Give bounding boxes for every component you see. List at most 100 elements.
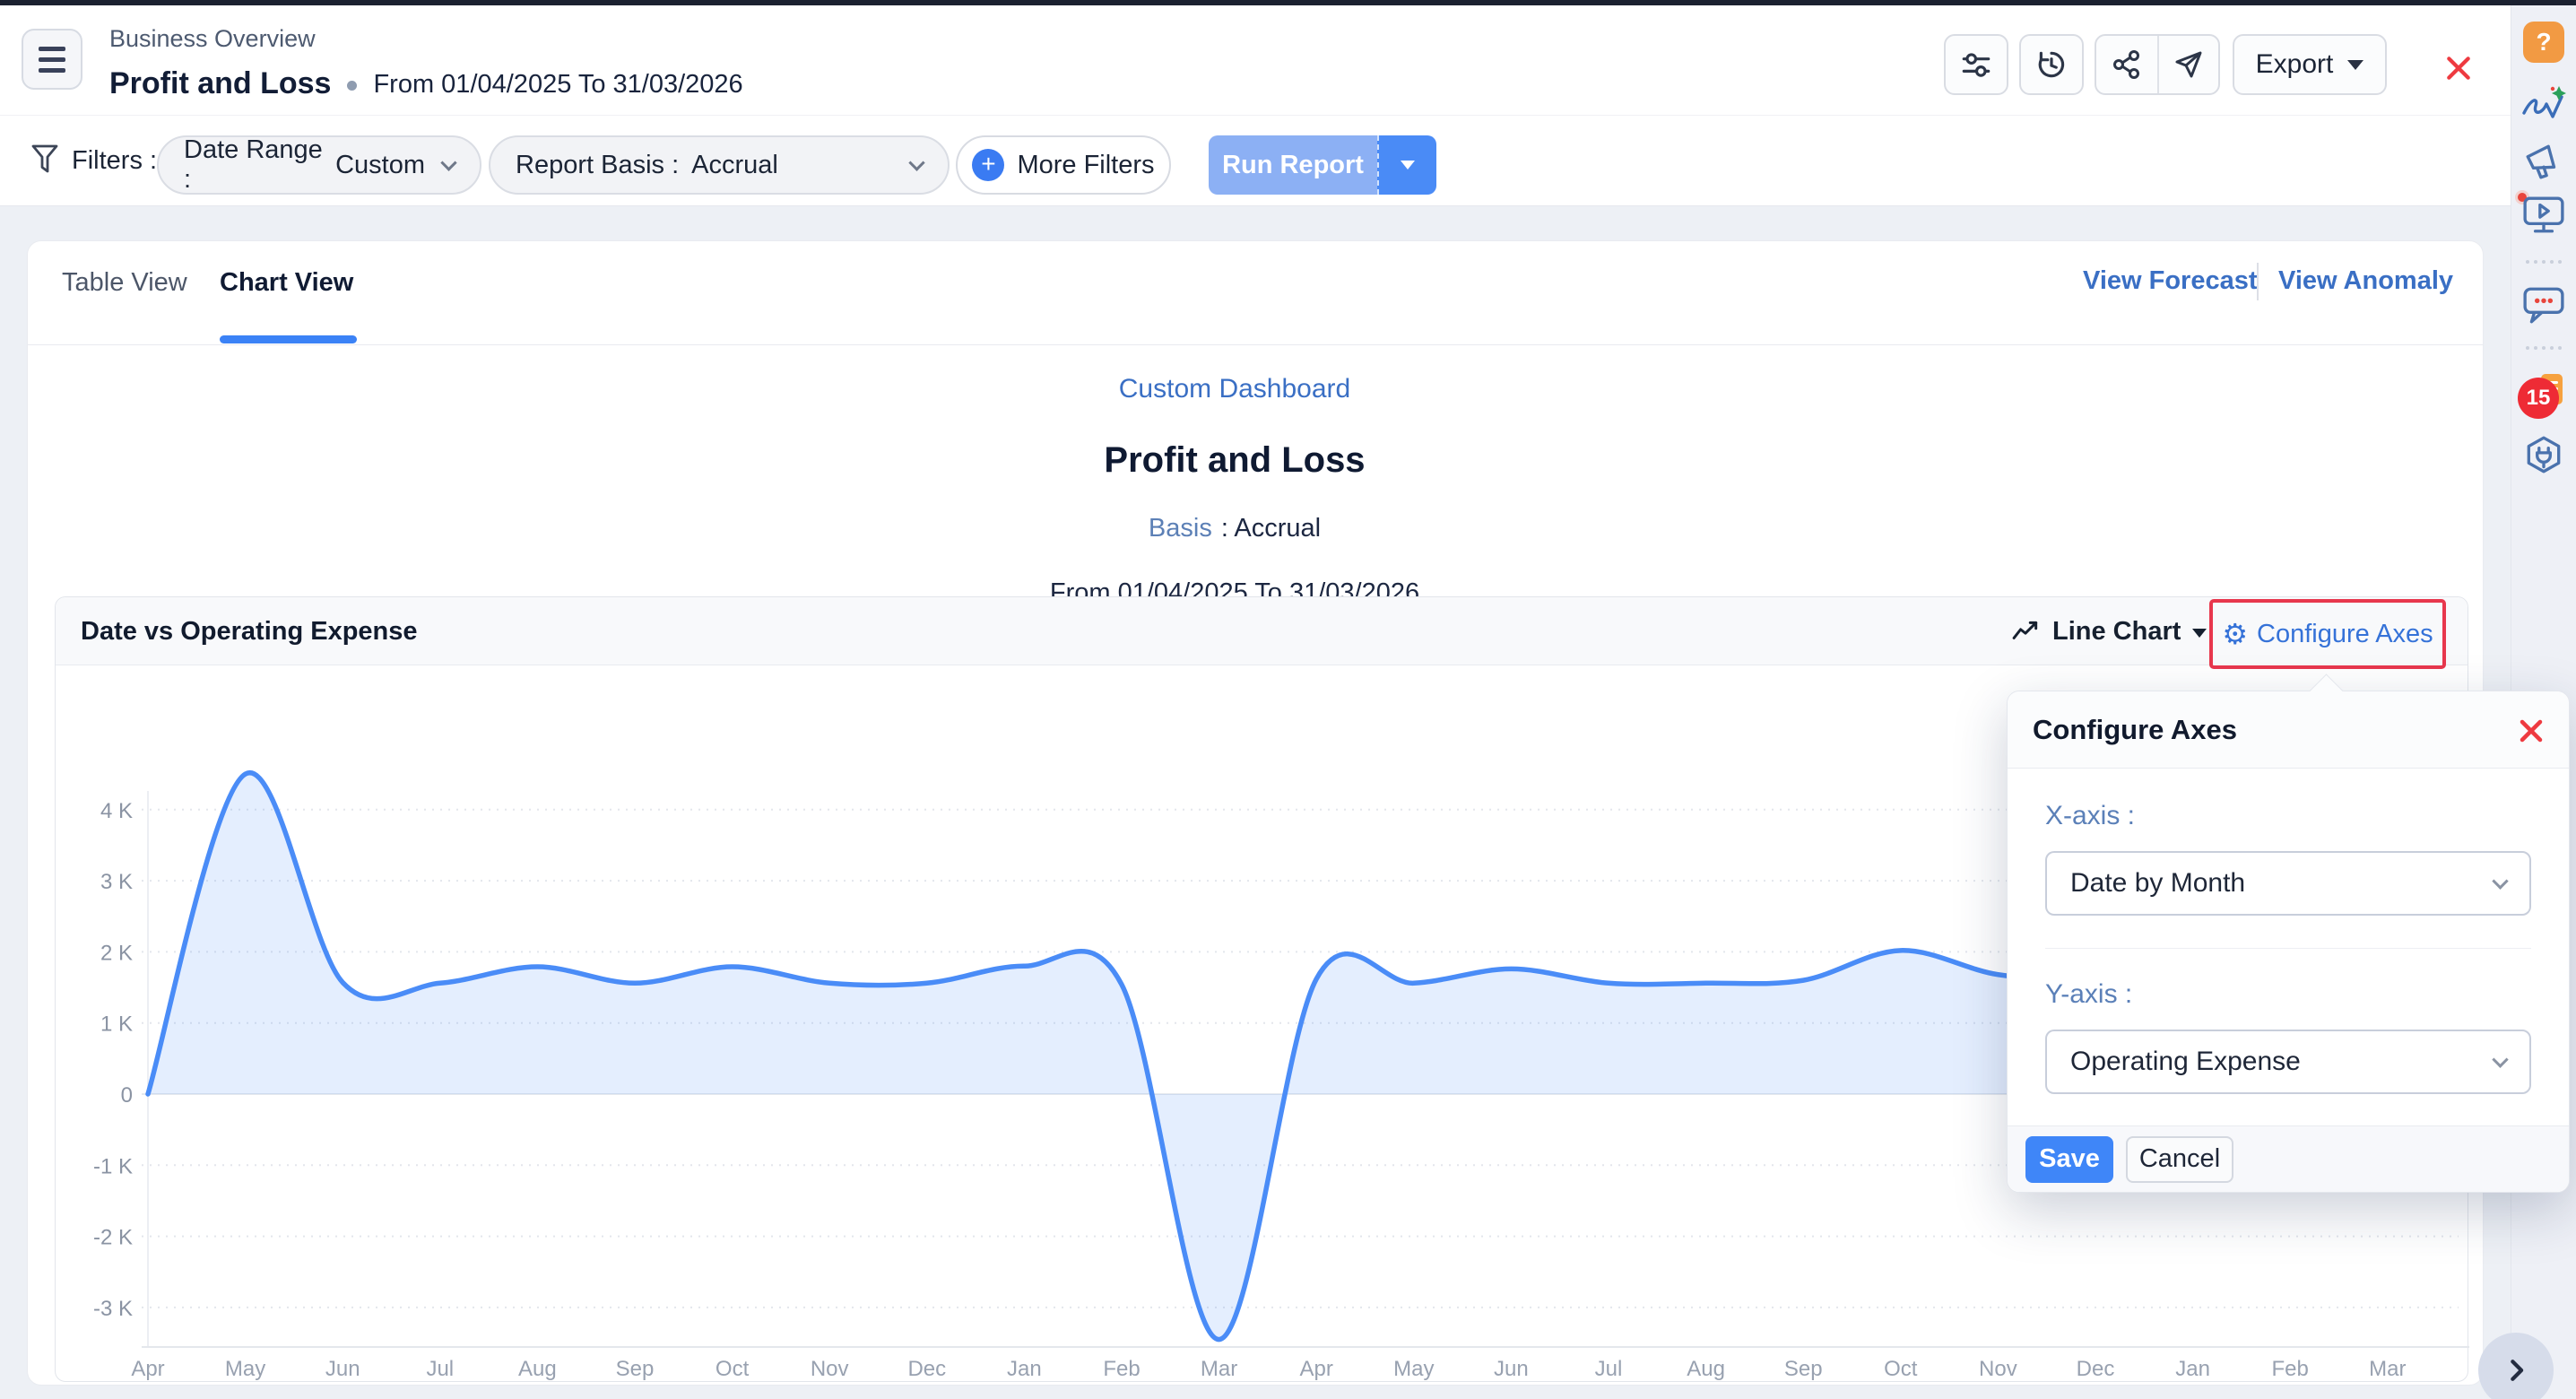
svg-text:Feb: Feb [1103,1357,1140,1381]
title-row: Profit and Loss From 01/04/2025 To 31/03… [109,66,743,101]
hexagon-plug-icon [2522,435,2565,476]
basis-value: : Accrual [1221,514,1321,543]
popup-close-button[interactable] [2513,713,2549,749]
popup-title: Configure Axes [2033,691,2237,769]
svg-text:-2 K: -2 K [93,1226,133,1250]
x-axis-select[interactable]: Date by Month [2045,851,2531,916]
video-tutorials-button[interactable] [2522,196,2565,239]
chevron-down-icon [2492,1051,2508,1067]
svg-text:May: May [1393,1357,1434,1381]
announcements-button[interactable] [2523,142,2564,186]
run-report-dropdown-button[interactable] [1377,135,1436,195]
active-tab-underline [220,335,357,343]
chart-type-dropdown[interactable]: Line Chart [2012,597,2207,665]
report-basis-filter[interactable]: Report Basis : Accrual [489,135,950,195]
rail-divider-dots [2526,346,2562,350]
chart-title: Date vs Operating Expense [81,597,418,665]
more-filters-button[interactable]: + More Filters [956,135,1171,195]
svg-text:Feb: Feb [2272,1357,2309,1381]
svg-text:Sep: Sep [1784,1357,1823,1381]
svg-text:-1 K: -1 K [93,1154,133,1178]
svg-text:Jun: Jun [1494,1357,1529,1381]
export-caret-icon [2347,60,2364,70]
view-forecast-link[interactable]: View Forecast [2083,266,2258,296]
sliders-icon [1959,48,1993,82]
send-button[interactable] [2157,36,2218,93]
report-header: Business Overview Profit and Loss From 0… [0,5,2511,115]
svg-text:Jul: Jul [1595,1357,1623,1381]
gear-icon: ⚙ [2222,620,2248,648]
report-basis-value: Accrual [691,151,778,180]
refresh-icon [2034,48,2069,82]
report-title: Profit and Loss [28,440,2442,481]
basis-label: Basis [1149,514,1212,543]
date-range-label: Date Range : [184,135,323,195]
configure-axes-label: Configure Axes [2257,620,2433,649]
svg-text:Nov: Nov [1979,1357,2017,1381]
cancel-button[interactable]: Cancel [2126,1136,2233,1183]
share-send-button-group [2095,34,2220,95]
close-report-button[interactable] [2432,41,2485,95]
monitor-play-icon [2522,196,2565,235]
share-button[interactable] [2096,36,2157,93]
date-range-value: Custom [335,151,425,180]
export-label: Export [2256,49,2334,80]
title-separator-dot [347,81,357,91]
line-chart-icon [2012,620,2041,643]
filter-bar: Filters : Date Range : Custom Report Bas… [0,115,2511,206]
report-basis-line: Basis : Accrual [28,514,2442,543]
filter-funnel-icon [30,143,59,181]
tab-table-view[interactable]: Table View [62,268,187,298]
window-top-edge [0,0,2576,5]
chat-bubble-icon [2522,285,2565,325]
app-screen: Business Overview Profit and Loss From 0… [0,0,2576,1399]
share-icon [2111,48,2143,81]
svg-text:Dec: Dec [2077,1357,2115,1381]
save-button[interactable]: Save [2025,1136,2113,1183]
svg-text:Mar: Mar [2369,1357,2406,1381]
svg-text:Aug: Aug [1687,1357,1725,1381]
integrations-button[interactable] [2522,435,2565,481]
svg-text:Apr: Apr [1300,1357,1333,1381]
report-basis-label: Report Basis : [516,151,679,180]
hamburger-menu-button[interactable] [22,29,82,90]
collapse-panel-button[interactable] [2478,1333,2554,1399]
popup-divider [2045,948,2531,949]
zia-assistant-button[interactable] [2519,84,2569,128]
svg-text:Oct: Oct [1884,1357,1918,1381]
plus-icon: + [972,149,1004,181]
megaphone-icon [2523,142,2564,181]
configure-axes-popup: Configure Axes X-axis : Date by Month Y-… [2007,691,2570,1193]
notifications-button[interactable]: 15 [2518,372,2570,421]
export-button[interactable]: Export [2233,34,2387,95]
svg-text:-3 K: -3 K [93,1297,133,1321]
view-tabs-row: Table View Chart View View Forecast View… [28,241,2483,345]
popup-body: X-axis : Date by Month Y-axis : Operatin… [2008,769,2569,1094]
feedback-chat-button[interactable] [2522,285,2565,329]
close-icon [2444,54,2473,83]
chevron-down-icon [908,154,924,170]
customize-report-button[interactable] [1944,34,2008,95]
svg-text:Mar: Mar [1201,1357,1237,1381]
date-range-filter[interactable]: Date Range : Custom [157,135,481,195]
y-axis-select[interactable]: Operating Expense [2045,1030,2531,1094]
chevron-down-icon [440,154,456,170]
help-button[interactable]: ? [2523,22,2564,63]
popup-footer: Save Cancel [2008,1125,2569,1192]
svg-text:Sep: Sep [616,1357,655,1381]
filters-label: Filters : [72,116,157,205]
caret-down-icon [2192,629,2207,638]
refresh-button[interactable] [2019,34,2084,95]
svg-text:Aug: Aug [518,1357,557,1381]
popup-header: Configure Axes [2008,691,2569,769]
tab-chart-view[interactable]: Chart View [220,268,353,298]
configure-axes-button[interactable]: ⚙ Configure Axes [2209,599,2446,669]
run-report-button[interactable]: Run Report [1209,135,1377,195]
svg-text:1 K: 1 K [100,1012,133,1037]
send-icon [2173,48,2205,81]
custom-dashboard-link[interactable]: Custom Dashboard [28,374,2442,404]
more-filters-label: More Filters [1017,151,1154,180]
chart-panel-header: Date vs Operating Expense Line Chart ⚙ C… [56,597,2468,665]
view-anomaly-link[interactable]: View Anomaly [2278,266,2453,296]
svg-text:4 K: 4 K [100,799,133,823]
